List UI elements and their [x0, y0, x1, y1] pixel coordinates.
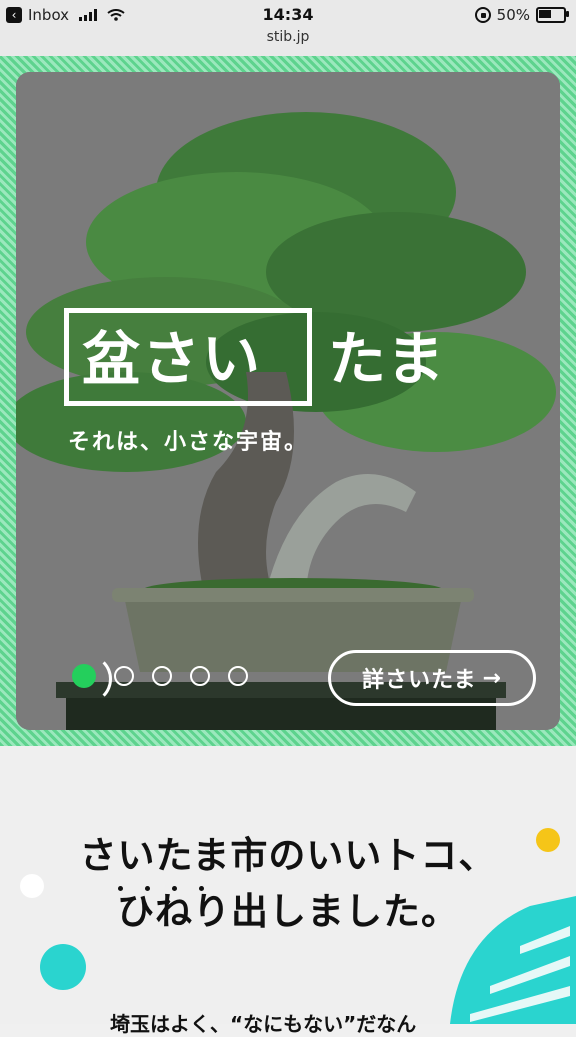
- slide-dot-2[interactable]: [114, 666, 134, 686]
- logo-boxed-text: 盆さい: [82, 325, 263, 393]
- hero-slider[interactable]: 盆さい たま それは、小さな宇宙。 詳さいたま →: [16, 72, 560, 730]
- status-bar: ‹ Inbox 14:34 stib.jp 50%: [0, 0, 576, 56]
- intro-teaser: 埼玉はよく、“なにもない”だなん: [110, 1012, 417, 1036]
- battery-percent: 50%: [496, 6, 530, 24]
- orientation-lock-icon: [474, 7, 491, 23]
- progress-ring-icon: [62, 654, 112, 704]
- headline-line-1: さいたま市のいいトコ、: [79, 834, 497, 877]
- arrow-right-icon: →: [482, 665, 502, 691]
- battery-fill: [539, 10, 551, 18]
- slide-dot-5[interactable]: [228, 666, 248, 686]
- slide-dot-4[interactable]: [190, 666, 210, 686]
- cyan-dot-decoration: [40, 944, 86, 990]
- intro-section: さいたま市のいいトコ、 ひねり出しました。 埼玉はよく、“なにもない”だなん: [0, 746, 576, 1036]
- emphasis-dots: [118, 886, 204, 891]
- details-button[interactable]: 詳さいたま →: [328, 650, 536, 706]
- logo-text: たま: [328, 325, 447, 393]
- headline-line-2: ひねり出しました。: [117, 890, 459, 933]
- details-button-label: 詳さいたま: [362, 668, 477, 693]
- slide-pagination: [72, 654, 248, 704]
- slide-dot-1[interactable]: [72, 654, 112, 704]
- slide-dot-3[interactable]: [152, 666, 172, 686]
- address-bar-url[interactable]: stib.jp: [0, 29, 576, 45]
- intro-headline: さいたま市のいいトコ、 ひねり出しました。: [0, 828, 576, 940]
- battery-icon: [536, 7, 569, 23]
- hero-frame: 盆さい たま それは、小さな宇宙。 詳さいたま →: [0, 56, 576, 746]
- hero-tagline: それは、小さな宇宙。: [68, 430, 309, 455]
